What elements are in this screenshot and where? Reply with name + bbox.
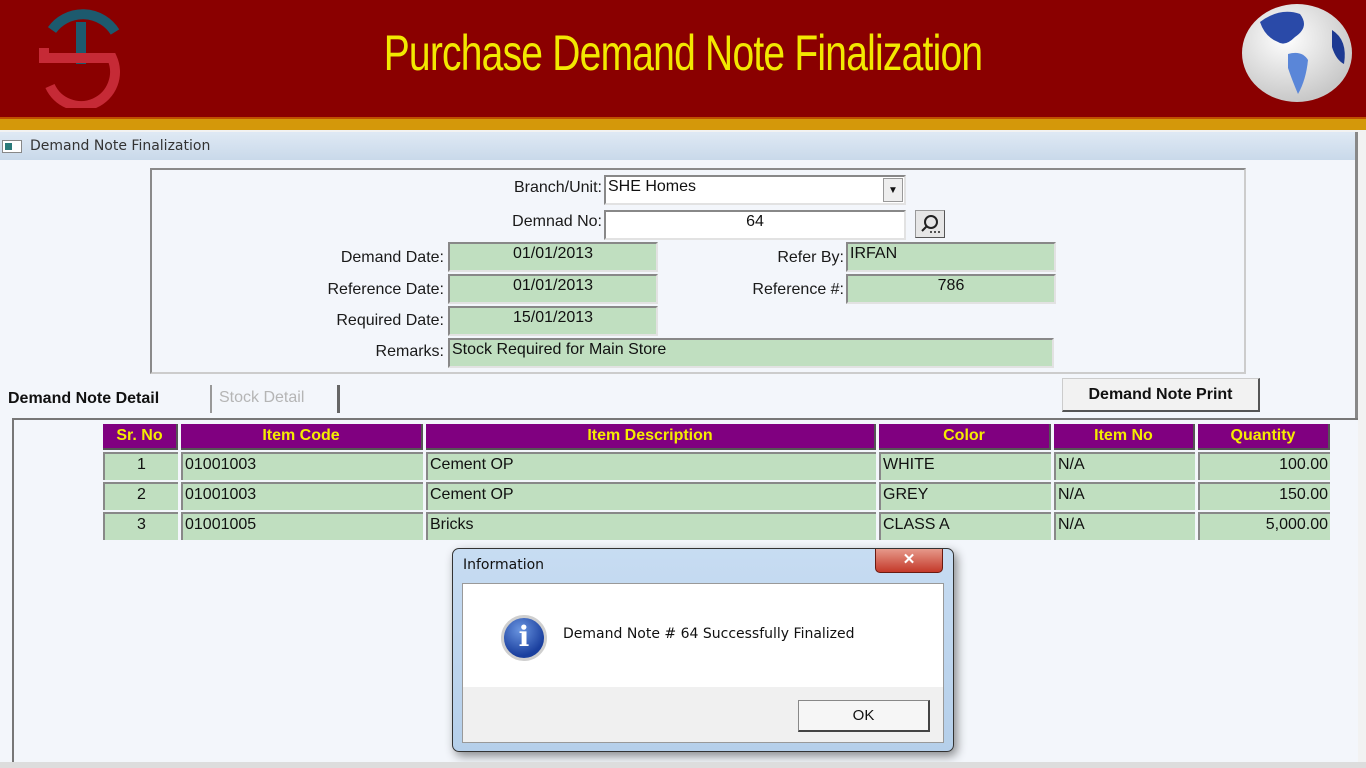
- branch-label: Branch/Unit:: [513, 179, 602, 196]
- search-button[interactable]: [915, 210, 945, 238]
- cell-item-code[interactable]: 01001005: [181, 512, 423, 540]
- table-row[interactable]: 1 01001003 Cement OP WHITE N/A 100.00: [103, 452, 1330, 480]
- header-panel: Branch/Unit: SHE Homes ▼ Demnad No: 64 D…: [150, 168, 1246, 374]
- cell-item-no[interactable]: N/A: [1054, 512, 1195, 540]
- cell-item-no[interactable]: N/A: [1054, 452, 1195, 480]
- cell-item-no[interactable]: N/A: [1054, 482, 1195, 510]
- banner-title: Purchase Demand Note Finalization: [383, 25, 983, 81]
- cell-quantity[interactable]: 100.00: [1198, 452, 1330, 480]
- dialog-body: i Demand Note # 64 Successfully Finalize…: [462, 583, 944, 687]
- window-icon: [2, 140, 22, 153]
- reference-date-field[interactable]: 01/01/2013: [448, 274, 658, 304]
- table-header-row: Sr. No Item Code Item Description Color …: [103, 424, 1330, 450]
- cell-color[interactable]: WHITE: [879, 452, 1051, 480]
- demand-note-print-button[interactable]: Demand Note Print: [1062, 378, 1260, 412]
- remarks-label: Remarks:: [375, 343, 444, 360]
- chevron-down-icon[interactable]: ▼: [883, 178, 903, 202]
- demand-date-field[interactable]: 01/01/2013: [448, 242, 658, 272]
- search-icon: [921, 215, 940, 233]
- cell-sr-no[interactable]: 3: [103, 512, 178, 540]
- column-header-item-no[interactable]: Item No: [1054, 424, 1195, 450]
- cell-item-code[interactable]: 01001003: [181, 482, 423, 510]
- cell-sr-no[interactable]: 1: [103, 452, 178, 480]
- dialog-title: Information: [463, 557, 545, 573]
- reference-no-field[interactable]: 786: [846, 274, 1056, 304]
- cell-sr-no[interactable]: 2: [103, 482, 178, 510]
- column-header-quantity[interactable]: Quantity: [1198, 424, 1330, 450]
- column-header-item-code[interactable]: Item Code: [181, 424, 423, 450]
- banner-stripe: [0, 117, 1366, 130]
- status-bar: [0, 762, 1366, 768]
- app-banner: Purchase Demand Note Finalization: [0, 0, 1366, 117]
- ts-logo-icon: [39, 9, 121, 108]
- cell-quantity[interactable]: 5,000.00: [1198, 512, 1330, 540]
- window-title: Demand Note Finalization: [30, 138, 211, 154]
- cell-quantity[interactable]: 150.00: [1198, 482, 1330, 510]
- reference-no-label: Reference #:: [752, 281, 844, 298]
- dialog-footer: OK: [462, 687, 944, 743]
- branch-select[interactable]: SHE Homes ▼: [604, 175, 906, 205]
- cell-item-code[interactable]: 01001003: [181, 452, 423, 480]
- cell-item-description[interactable]: Cement OP: [426, 452, 876, 480]
- information-dialog: Information ✕ i Demand Note # 64 Success…: [452, 548, 954, 752]
- column-header-sr-no[interactable]: Sr. No: [103, 424, 178, 450]
- cell-item-description[interactable]: Cement OP: [426, 482, 876, 510]
- tab-demand-note-detail[interactable]: Demand Note Detail: [2, 386, 165, 412]
- demand-no-label: Demnad No:: [512, 213, 602, 230]
- demand-no-input[interactable]: 64: [604, 210, 906, 240]
- dialog-message: Demand Note # 64 Successfully Finalized: [563, 626, 855, 642]
- info-icon: i: [501, 615, 547, 661]
- branch-value: SHE Homes: [608, 178, 697, 195]
- cell-color[interactable]: GREY: [879, 482, 1051, 510]
- window-title-bar: Demand Note Finalization: [0, 132, 1355, 160]
- table-row[interactable]: 2 01001003 Cement OP GREY N/A 150.00: [103, 482, 1330, 510]
- column-header-item-description[interactable]: Item Description: [426, 424, 876, 450]
- reference-date-label: Reference Date:: [327, 281, 444, 298]
- refer-by-field[interactable]: IRFAN: [846, 242, 1056, 272]
- required-date-label: Required Date:: [336, 312, 444, 329]
- close-icon[interactable]: ✕: [875, 549, 943, 573]
- items-table: Sr. No Item Code Item Description Color …: [100, 422, 1333, 542]
- cell-color[interactable]: CLASS A: [879, 512, 1051, 540]
- table-row[interactable]: 3 01001005 Bricks CLASS A N/A 5,000.00: [103, 512, 1330, 540]
- cell-item-description[interactable]: Bricks: [426, 512, 876, 540]
- demand-date-label: Demand Date:: [340, 249, 444, 266]
- tab-stock-detail[interactable]: Stock Detail: [210, 385, 340, 413]
- ok-button[interactable]: OK: [798, 700, 930, 732]
- required-date-field[interactable]: 15/01/2013: [448, 306, 658, 336]
- column-header-color[interactable]: Color: [879, 424, 1051, 450]
- globe-icon: [1242, 4, 1352, 102]
- remarks-field[interactable]: Stock Required for Main Store: [448, 338, 1054, 368]
- refer-by-label: Refer By:: [777, 249, 844, 266]
